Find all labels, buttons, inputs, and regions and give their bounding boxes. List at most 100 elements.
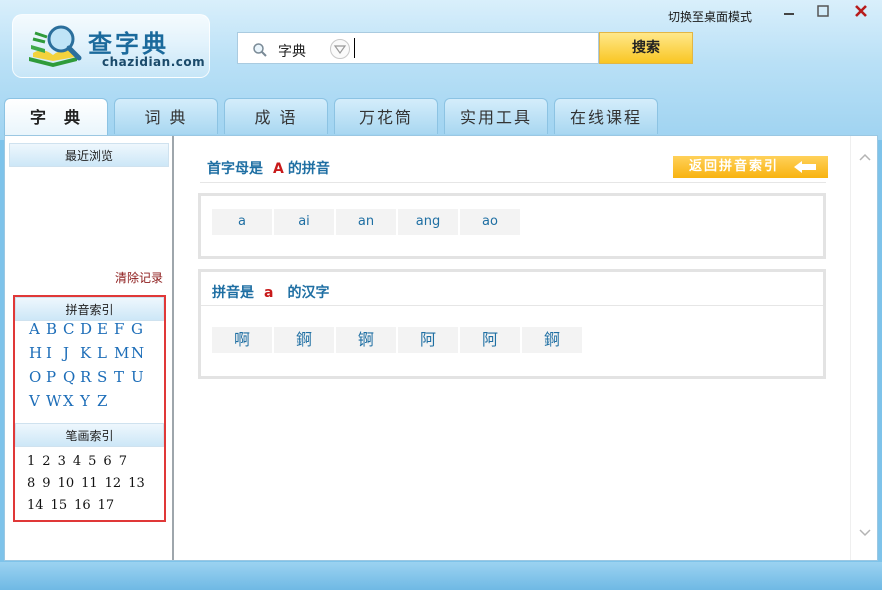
tab-kaleidoscope[interactable]: 万花筒 xyxy=(334,98,438,134)
scope-dropdown-button[interactable] xyxy=(330,39,350,59)
divider xyxy=(200,182,826,183)
tab-dictionary[interactable]: 字典 xyxy=(4,98,108,136)
character-link[interactable]: 阿 xyxy=(460,327,520,353)
characters-section-header: 拼音是 a 的汉字 xyxy=(212,282,329,302)
pinyin-letter-link[interactable]: L xyxy=(97,344,114,362)
pinyin-letter-link[interactable]: F xyxy=(114,320,131,338)
first-letter-highlight: A xyxy=(273,161,284,177)
clear-record-link[interactable]: 清除记录 xyxy=(115,269,163,286)
pinyin-letter-link[interactable]: U xyxy=(131,368,148,386)
pinyin-highlight: a xyxy=(264,285,274,301)
stroke-count-link[interactable]: 10 xyxy=(58,476,75,491)
recent-browsing-title: 最近浏览 xyxy=(9,143,169,167)
stroke-count-link[interactable]: 16 xyxy=(74,498,91,513)
pinyin-letter-link[interactable]: C xyxy=(63,320,80,338)
search-input[interactable] xyxy=(356,36,594,60)
pinyin-letter-link[interactable]: N xyxy=(131,344,148,362)
main-area: 最近浏览 清除记录 拼音索引 ABCDEFG HIJKLMN OPQRSTU V… xyxy=(4,135,878,561)
maximize-button[interactable] xyxy=(810,4,836,24)
tab-online-courses[interactable]: 在线课程 xyxy=(554,98,658,134)
stroke-row: 8 9 10 11 12 13 xyxy=(27,476,152,494)
stroke-count-link[interactable]: 15 xyxy=(51,498,68,513)
search-button[interactable]: 搜索 xyxy=(599,32,693,64)
stroke-count-link[interactable]: 5 xyxy=(88,454,96,469)
pinyin-letter-link[interactable]: R xyxy=(80,368,97,386)
character-link[interactable]: 啊 xyxy=(212,327,272,353)
content-area: 首字母是 A 的拼音 返回拼音索引 a ai an ang ao 拼音是 a 的汉字 啊… xyxy=(176,136,850,560)
close-button[interactable] xyxy=(848,4,874,24)
stroke-count-link[interactable]: 13 xyxy=(128,476,145,491)
search-scope-label[interactable]: 字典 xyxy=(278,41,306,61)
character-link[interactable]: 錒 xyxy=(522,327,582,353)
pinyin-letter-link[interactable]: Z xyxy=(97,392,114,410)
pinyin-letter-link[interactable]: W xyxy=(46,392,63,410)
vertical-scrollbar[interactable] xyxy=(850,136,877,560)
stroke-count-link[interactable]: 17 xyxy=(98,498,115,513)
character-link[interactable]: 阿 xyxy=(398,327,458,353)
pinyin-link[interactable]: ang xyxy=(398,209,458,235)
pinyin-letter-link[interactable]: T xyxy=(114,368,131,386)
pinyin-letter-link[interactable]: V xyxy=(29,392,46,410)
section-header-suffix: 的拼音 xyxy=(287,161,330,177)
stroke-count-link[interactable]: 9 xyxy=(42,476,50,491)
section-header-suffix: 的汉字 xyxy=(287,285,330,301)
stroke-count-link[interactable]: 14 xyxy=(27,498,44,513)
desktop-mode-link[interactable]: 切换至桌面模式 xyxy=(668,8,752,25)
stroke-count-link[interactable]: 12 xyxy=(105,476,122,491)
stroke-count-link[interactable]: 3 xyxy=(58,454,66,469)
pinyin-letter-link[interactable]: P xyxy=(46,368,63,386)
pinyin-letter-link[interactable]: G xyxy=(131,320,148,338)
characters-panel: 拼音是 a 的汉字 啊 錒 锕 阿 阿 錒 xyxy=(198,269,826,379)
pinyin-letter-link[interactable]: E xyxy=(97,320,114,338)
tab-tools[interactable]: 实用工具 xyxy=(444,98,548,134)
character-link[interactable]: 錒 xyxy=(274,327,334,353)
minimize-icon xyxy=(784,13,794,15)
chevron-down-icon xyxy=(333,45,347,55)
pinyin-letter-link[interactable]: D xyxy=(80,320,97,338)
pinyin-letter-link[interactable]: Y xyxy=(80,392,97,410)
back-button-label: 返回拼音索引 xyxy=(689,159,780,174)
pinyin-letter-link[interactable]: I xyxy=(46,344,63,362)
pinyin-letter-link[interactable]: B xyxy=(46,320,63,338)
back-to-pinyin-index-button[interactable]: 返回拼音索引 xyxy=(673,156,828,178)
arrow-left-icon xyxy=(794,161,816,173)
pinyin-link[interactable]: ao xyxy=(460,209,520,235)
pinyin-letter-link[interactable]: Q xyxy=(63,368,80,386)
logo[interactable]: 查字典 chazidian.com xyxy=(12,14,210,78)
stroke-count-link[interactable]: 7 xyxy=(119,454,127,469)
pinyin-list-panel: a ai an ang ao xyxy=(198,193,826,259)
pinyin-letter-link[interactable]: M xyxy=(114,344,131,362)
pinyin-letter-link[interactable]: O xyxy=(29,368,46,386)
scroll-up-icon[interactable] xyxy=(859,152,871,162)
pinyin-letter-link[interactable]: H xyxy=(29,344,46,362)
magnifier-book-icon xyxy=(29,25,82,67)
stroke-row: 14 15 16 17 xyxy=(27,498,121,516)
pinyin-letter-link[interactable]: A xyxy=(29,320,46,338)
scroll-down-icon[interactable] xyxy=(859,528,871,538)
stroke-count-link[interactable]: 6 xyxy=(103,454,111,469)
character-link[interactable]: 锕 xyxy=(336,327,396,353)
pinyin-letter-link[interactable]: X xyxy=(63,392,80,410)
text-caret xyxy=(354,38,355,58)
logo-text: 查字典 xyxy=(88,29,169,58)
first-letter-section-header: 首字母是 A 的拼音 xyxy=(207,158,330,178)
pinyin-letter-link[interactable]: K xyxy=(80,344,97,362)
stroke-count-link[interactable]: 8 xyxy=(27,476,35,491)
pinyin-link[interactable]: a xyxy=(212,209,272,235)
pinyin-link[interactable]: an xyxy=(336,209,396,235)
pinyin-index-title: 拼音索引 xyxy=(15,297,164,321)
stroke-row: 1234567 xyxy=(27,454,134,472)
pinyin-letter-link[interactable]: J xyxy=(63,344,80,362)
pinyin-letter-link[interactable]: S xyxy=(97,368,114,386)
tab-idioms[interactable]: 成 语 xyxy=(224,98,328,134)
stroke-count-link[interactable]: 11 xyxy=(81,476,98,491)
stroke-count-link[interactable]: 1 xyxy=(27,454,35,469)
logo-domain: chazidian.com xyxy=(102,55,206,69)
minimize-button[interactable] xyxy=(776,4,802,24)
pinyin-link[interactable]: ai xyxy=(274,209,334,235)
stroke-count-link[interactable]: 2 xyxy=(42,454,50,469)
stroke-count-link[interactable]: 4 xyxy=(73,454,81,469)
tab-words[interactable]: 词 典 xyxy=(114,98,218,134)
pinyin-row: ABCDEFG xyxy=(29,320,148,340)
nav-tabs: 字典 词 典 成 语 万花筒 实用工具 在线课程 xyxy=(0,98,882,136)
